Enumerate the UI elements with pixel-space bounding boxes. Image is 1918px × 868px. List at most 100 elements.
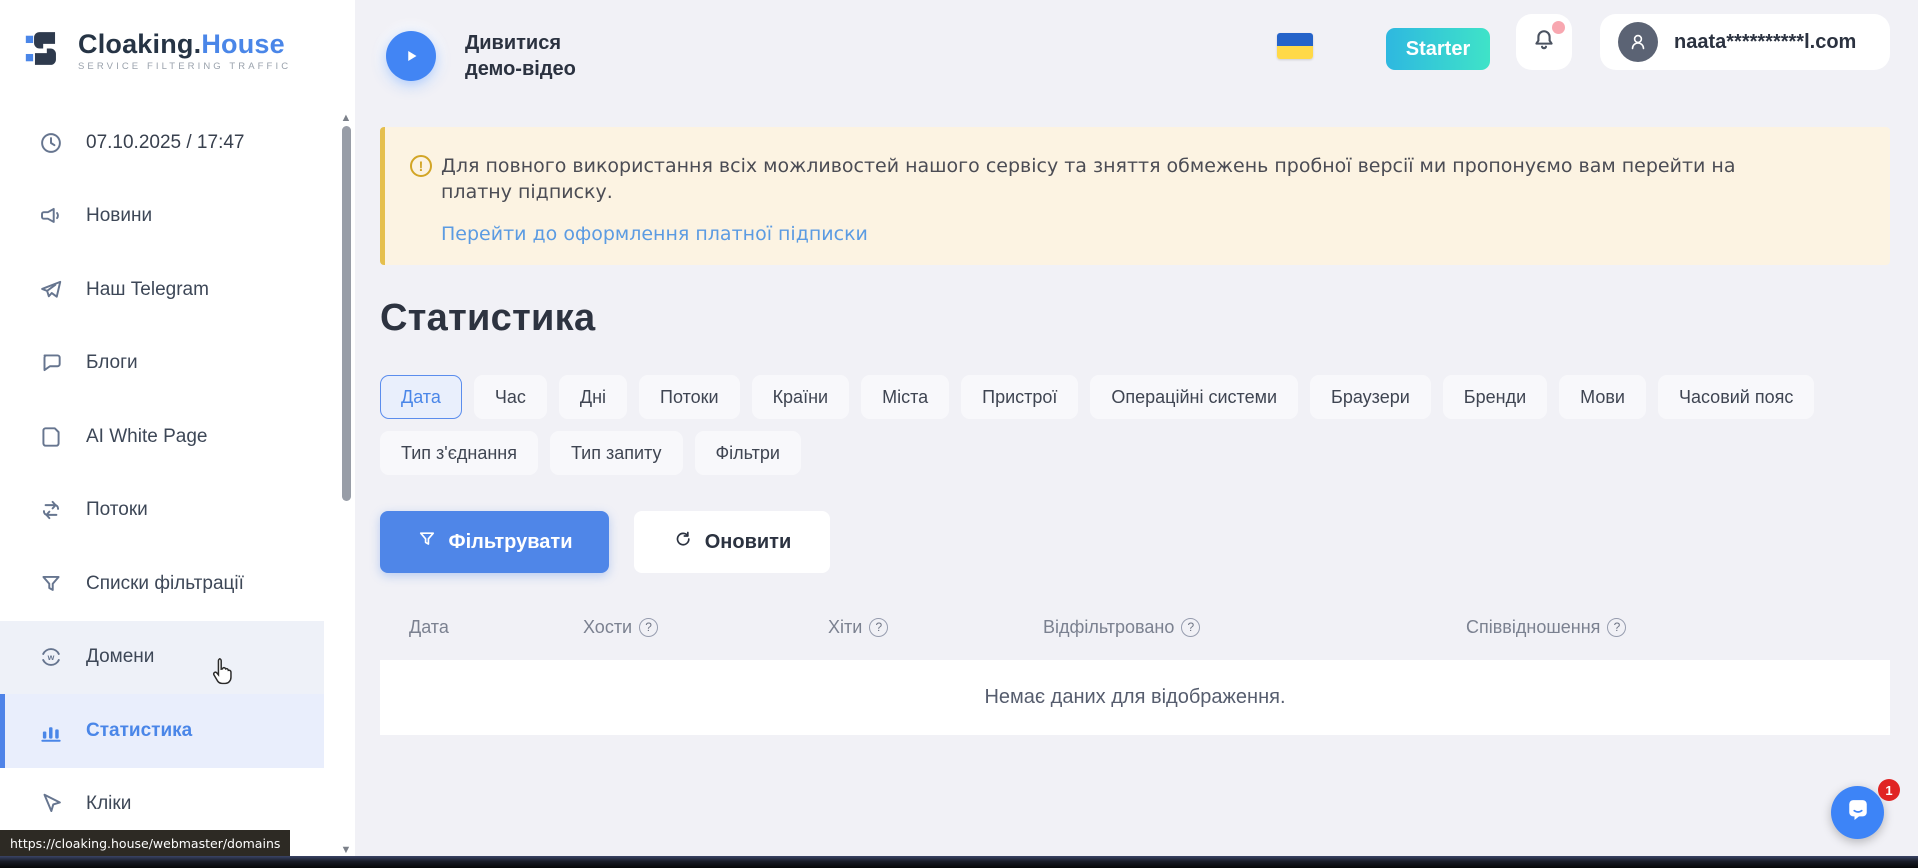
tab-streams[interactable]: Потоки bbox=[639, 375, 740, 419]
flag-blue-stripe bbox=[1277, 33, 1313, 46]
brand-accent: House bbox=[201, 29, 285, 59]
sidebar-item-label: Списки фільтрації bbox=[86, 573, 244, 595]
sidebar: Cloaking.House SERVICE FILTERING TRAFFIC… bbox=[0, 0, 355, 868]
sidebar-item-blogs[interactable]: Блоги bbox=[0, 327, 324, 401]
tab-connection-type[interactable]: Тип з'єднання bbox=[380, 431, 538, 475]
chat-bubble-smile-icon bbox=[1844, 796, 1872, 829]
logo-mark-icon bbox=[24, 26, 66, 76]
help-icon[interactable]: ? bbox=[869, 618, 888, 637]
tab-time[interactable]: Час bbox=[474, 375, 547, 419]
column-label: Відфільтровано bbox=[1043, 617, 1174, 638]
sidebar-item-news[interactable]: Новини bbox=[0, 180, 324, 254]
warning-icon: ! bbox=[410, 155, 432, 177]
notification-dot bbox=[1552, 21, 1565, 34]
actions-row: Фільтрувати Оновити bbox=[380, 511, 830, 573]
flag-yellow-stripe bbox=[1277, 46, 1313, 59]
chat-bubble-icon bbox=[38, 350, 64, 376]
trial-warning-banner: ! Для повного використання всіх можливос… bbox=[380, 127, 1890, 265]
language-flag-ukraine[interactable] bbox=[1277, 33, 1313, 59]
sidebar-item-label: Кліки bbox=[86, 793, 131, 815]
sync-arrows-icon bbox=[38, 497, 64, 523]
sidebar-item-label: Домени bbox=[86, 646, 154, 668]
sidebar-item-label: Потоки bbox=[86, 499, 148, 521]
column-label: Хіти bbox=[828, 617, 862, 638]
demo-video-button[interactable]: Дивитися демо-відео bbox=[373, 18, 600, 94]
sidebar-item-domains[interactable]: w Домени bbox=[0, 621, 324, 695]
sidebar-nav: 07.10.2025 / 17:47 Новини Наш Telegram Б… bbox=[0, 106, 355, 841]
filter-button[interactable]: Фільтрувати bbox=[380, 511, 609, 573]
column-header-filtered: Відфільтровано ? bbox=[1043, 612, 1466, 642]
sidebar-item-label: AI White Page bbox=[86, 426, 207, 448]
link-status-tooltip: https://cloaking.house/webmaster/domains bbox=[0, 830, 290, 856]
logo-text: Cloaking.House SERVICE FILTERING TRAFFIC bbox=[78, 30, 291, 72]
refresh-button[interactable]: Оновити bbox=[634, 511, 830, 573]
taskbar-edge bbox=[0, 856, 1918, 868]
tab-cities[interactable]: Міста bbox=[861, 375, 949, 419]
user-email: naata**********l.com bbox=[1674, 31, 1856, 54]
column-header-ratio: Співвідношення ? bbox=[1466, 612, 1890, 642]
tab-brands[interactable]: Бренди bbox=[1443, 375, 1547, 419]
banner-text: Для повного використання всіх можливосте… bbox=[441, 154, 1736, 205]
funnel-icon bbox=[38, 571, 64, 597]
help-icon[interactable]: ? bbox=[639, 618, 658, 637]
tab-languages[interactable]: Мови bbox=[1559, 375, 1646, 419]
column-header-date: Дата bbox=[409, 612, 583, 642]
column-header-hosts: Хости ? bbox=[583, 612, 828, 642]
funnel-icon bbox=[417, 529, 437, 555]
empty-state-text: Немає даних для відображення. bbox=[984, 686, 1285, 709]
refresh-icon bbox=[673, 529, 693, 555]
tab-timezone[interactable]: Часовий пояс bbox=[1658, 375, 1814, 419]
notifications-button[interactable] bbox=[1516, 14, 1572, 70]
tab-request-type[interactable]: Тип запиту bbox=[550, 431, 683, 475]
help-icon[interactable]: ? bbox=[1181, 618, 1200, 637]
tab-browsers[interactable]: Браузери bbox=[1310, 375, 1431, 419]
scrollbar-thumb[interactable] bbox=[342, 126, 351, 501]
tab-countries[interactable]: Країни bbox=[752, 375, 850, 419]
sidebar-item-streams[interactable]: Потоки bbox=[0, 474, 324, 548]
sidebar-item-telegram[interactable]: Наш Telegram bbox=[0, 253, 324, 327]
sidebar-item-label: Статистика bbox=[86, 720, 192, 742]
main-content: Дивитися демо-відео Starter naata*******… bbox=[355, 0, 1918, 868]
demo-video-label: Дивитися демо-відео bbox=[465, 30, 600, 82]
megaphone-icon bbox=[38, 203, 64, 229]
svg-text:w: w bbox=[47, 652, 55, 662]
avatar bbox=[1618, 22, 1658, 62]
page-icon bbox=[38, 424, 64, 450]
refresh-button-label: Оновити bbox=[705, 531, 792, 554]
clock-icon bbox=[38, 130, 64, 156]
tab-date[interactable]: Дата bbox=[380, 375, 462, 419]
sidebar-datetime-label: 07.10.2025 / 17:47 bbox=[86, 132, 244, 154]
sidebar-item-label: Новини bbox=[86, 205, 152, 227]
chat-unread-badge: 1 bbox=[1878, 779, 1900, 801]
page-title: Статистика bbox=[380, 297, 595, 340]
chat-widget-button[interactable] bbox=[1831, 786, 1884, 839]
sidebar-item-ai-white-page[interactable]: AI White Page bbox=[0, 400, 324, 474]
column-label: Співвідношення bbox=[1466, 617, 1600, 638]
tab-devices[interactable]: Пристрої bbox=[961, 375, 1078, 419]
sidebar-item-statistics[interactable]: Статистика bbox=[0, 694, 324, 768]
status-url: https://cloaking.house/webmaster/domains bbox=[10, 836, 280, 851]
cursor-arrow-icon bbox=[38, 791, 64, 817]
plan-starter-button[interactable]: Starter bbox=[1386, 28, 1490, 70]
tab-operating-systems[interactable]: Операційні системи bbox=[1090, 375, 1298, 419]
stats-table-header: Дата Хости ? Хіти ? Відфільтровано ? Спі… bbox=[380, 612, 1890, 642]
scrollbar-up-arrow[interactable]: ▲ bbox=[338, 112, 354, 124]
www-globe-icon: w bbox=[38, 644, 64, 670]
play-icon[interactable] bbox=[386, 31, 436, 81]
brand-dark: Cloaking. bbox=[78, 29, 201, 59]
user-account-button[interactable]: naata**********l.com bbox=[1600, 14, 1890, 70]
play-halo bbox=[373, 18, 449, 94]
tab-days[interactable]: Дні bbox=[559, 375, 627, 419]
help-icon[interactable]: ? bbox=[1607, 618, 1626, 637]
sidebar-item-filter-lists[interactable]: Списки фільтрації bbox=[0, 547, 324, 621]
sidebar-item-label: Наш Telegram bbox=[86, 279, 209, 301]
column-label: Хости bbox=[583, 617, 632, 638]
scrollbar-down-arrow[interactable]: ▼ bbox=[338, 844, 354, 856]
brand-tagline: SERVICE FILTERING TRAFFIC bbox=[78, 61, 291, 72]
sidebar-datetime: 07.10.2025 / 17:47 bbox=[0, 106, 324, 180]
filter-tabs: Дата Час Дні Потоки Країни Міста Пристро… bbox=[380, 375, 1895, 475]
logo[interactable]: Cloaking.House SERVICE FILTERING TRAFFIC bbox=[24, 26, 291, 76]
upgrade-subscription-link[interactable]: Перейти до оформлення платної підписки bbox=[441, 223, 868, 245]
tab-filters[interactable]: Фільтри bbox=[695, 431, 801, 475]
filter-button-label: Фільтрувати bbox=[449, 531, 573, 554]
